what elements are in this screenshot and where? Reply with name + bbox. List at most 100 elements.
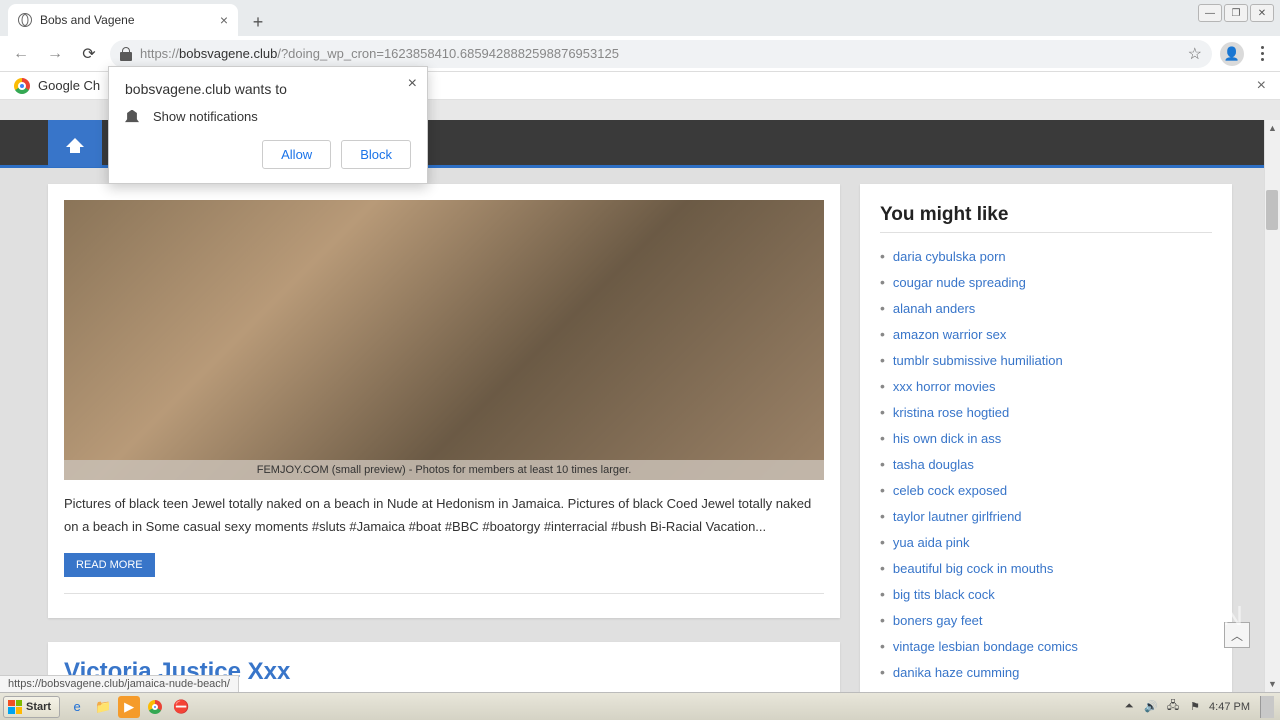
sidebar-title: You might like (880, 204, 1212, 233)
sidebar-item: danika haze cumming (880, 659, 1212, 685)
sidebar-item: boners gay feet (880, 607, 1212, 633)
taskbar-clock[interactable]: 4:47 PM (1209, 701, 1250, 713)
article-image[interactable]: FEMJOY.COM (small preview) - Photos for … (64, 200, 824, 480)
main-column: FEMJOY.COM (small preview) - Photos for … (48, 184, 840, 692)
browser-tab[interactable]: Bobs and Vagene × (8, 4, 238, 36)
sidebar-item: his own dick in ass (880, 425, 1212, 451)
bell-icon (125, 110, 139, 124)
media-player-icon[interactable]: ▶ (118, 696, 140, 718)
sidebar-link[interactable]: daria cybulska porn (893, 249, 1006, 264)
sidebar-item: tumblr submissive humiliation (880, 347, 1212, 373)
ie-icon[interactable]: e (66, 696, 88, 718)
taskbar-icons: e 📁 ▶ ⛔ (66, 696, 192, 718)
page-body: FEMJOY.COM (small preview) - Photos for … (0, 168, 1280, 692)
volume-icon[interactable]: 🔊 (1143, 699, 1159, 715)
sidebar-link[interactable]: yua aida pink (893, 535, 970, 550)
sidebar-item: big tits black cock (880, 581, 1212, 607)
sidebar-link[interactable]: amazon warrior sex (893, 327, 1006, 342)
sidebar-link[interactable]: kristina rose hogtied (893, 405, 1009, 420)
new-tab-button[interactable]: + (244, 8, 272, 36)
read-more-button[interactable]: READ MORE (64, 553, 155, 577)
sidebar-item: xxx horror movies (880, 373, 1212, 399)
sidebar-item: amazon warrior sex (880, 321, 1212, 347)
window-controls: — ❐ ✕ (1198, 4, 1274, 22)
tab-strip: Bobs and Vagene × + — ❐ ✕ (0, 0, 1280, 36)
start-button[interactable]: Start (3, 696, 60, 718)
bookmark-item[interactable]: Google Ch (38, 78, 100, 93)
page-viewport: FEMJOY.COM (small preview) - Photos for … (0, 120, 1280, 692)
dialog-close-icon[interactable]: × (408, 75, 417, 93)
scroll-up-icon[interactable]: ▲ (1265, 120, 1280, 136)
sidebar-link[interactable]: his own dick in ass (893, 431, 1001, 446)
permission-text: Show notifications (153, 109, 258, 124)
forward-button[interactable]: → (42, 41, 68, 67)
status-bar-link: https://bobsvagene.club/jamaica-nude-bea… (0, 675, 239, 692)
tab-close-icon[interactable]: × (220, 12, 228, 28)
allow-button[interactable]: Allow (262, 140, 331, 169)
sidebar-item: daria cybulska porn (880, 243, 1212, 269)
sidebar-link[interactable]: taylor lautner girlfriend (893, 509, 1022, 524)
sidebar-item: vintage lesbian bondage comics (880, 633, 1212, 659)
sidebar-item: cougar nude spreading (880, 269, 1212, 295)
sidebar-item: beautiful big cock in mouths (880, 555, 1212, 581)
vertical-scrollbar[interactable]: ▲ ▼ (1264, 120, 1280, 692)
sidebar-item: reed college renn fayre (880, 685, 1212, 692)
sidebar-link[interactable]: tasha douglas (893, 457, 974, 472)
infobar-close-icon[interactable]: × (1257, 77, 1266, 95)
sidebar-link[interactable]: boners gay feet (893, 613, 983, 628)
sidebar-list: daria cybulska porn cougar nude spreading… (880, 243, 1212, 692)
tab-title: Bobs and Vagene (40, 13, 135, 27)
divider (64, 593, 824, 594)
sidebar-link[interactable]: xxx horror movies (893, 379, 996, 394)
permission-row: Show notifications (125, 109, 411, 124)
close-window-button[interactable]: ✕ (1250, 4, 1274, 22)
back-to-top-button[interactable]: ︿ (1224, 622, 1250, 648)
flag-icon[interactable]: ⚑ (1187, 699, 1203, 715)
lock-icon (120, 47, 132, 61)
profile-avatar[interactable]: 👤 (1220, 42, 1244, 66)
start-label: Start (26, 701, 51, 713)
article-excerpt: Pictures of black teen Jewel totally nak… (64, 492, 824, 539)
sidebar-item: kristina rose hogtied (880, 399, 1212, 425)
sidebar-link[interactable]: beautiful big cock in mouths (893, 561, 1053, 576)
home-icon (66, 138, 84, 147)
bookmark-star-icon[interactable]: ☆ (1188, 44, 1202, 64)
block-button[interactable]: Block (341, 140, 411, 169)
shield-icon[interactable]: ⛔ (170, 696, 192, 718)
sidebar-link[interactable]: vintage lesbian bondage comics (893, 639, 1078, 654)
chrome-icon (14, 78, 30, 94)
sidebar-item: taylor lautner girlfriend (880, 503, 1212, 529)
sidebar: You might like daria cybulska porn cougar… (860, 184, 1232, 692)
article-card: FEMJOY.COM (small preview) - Photos for … (48, 184, 840, 618)
show-desktop-button[interactable] (1260, 696, 1274, 718)
sidebar-item: tasha douglas (880, 451, 1212, 477)
network-icon[interactable]: 🖧 (1165, 699, 1181, 715)
sidebar-item: celeb cock exposed (880, 477, 1212, 503)
menu-button[interactable] (1252, 46, 1272, 61)
minimize-button[interactable]: — (1198, 4, 1222, 22)
sidebar-item: yua aida pink (880, 529, 1212, 555)
sidebar-link[interactable]: tumblr submissive humiliation (893, 353, 1063, 368)
chrome-taskbar-icon[interactable] (144, 696, 166, 718)
explorer-icon[interactable]: 📁 (92, 696, 114, 718)
system-tray: ⏶ 🔊 🖧 ⚑ 4:47 PM (1121, 696, 1280, 718)
image-caption-strip: FEMJOY.COM (small preview) - Photos for … (64, 460, 824, 480)
notification-permission-dialog: × bobsvagene.club wants to Show notifica… (108, 66, 428, 184)
maximize-button[interactable]: ❐ (1224, 4, 1248, 22)
address-bar[interactable]: https://bobsvagene.club/?doing_wp_cron=1… (110, 40, 1212, 68)
url-text: https://bobsvagene.club/?doing_wp_cron=1… (140, 46, 619, 61)
scroll-down-icon[interactable]: ▼ (1265, 676, 1280, 692)
scroll-thumb[interactable] (1266, 190, 1278, 230)
back-button[interactable]: ← (8, 41, 34, 67)
sidebar-link[interactable]: cougar nude spreading (893, 275, 1026, 290)
sidebar-link[interactable]: alanah anders (893, 301, 975, 316)
taskbar: Start e 📁 ▶ ⛔ ⏶ 🔊 🖧 ⚑ 4:47 PM (0, 692, 1280, 720)
sidebar-link[interactable]: danika haze cumming (893, 665, 1019, 680)
home-button[interactable] (48, 120, 102, 167)
expand-tray-icon[interactable]: ⏶ (1121, 699, 1137, 715)
reload-button[interactable]: ⟳ (76, 41, 102, 67)
sidebar-item: alanah anders (880, 295, 1212, 321)
sidebar-link[interactable]: big tits black cock (893, 587, 995, 602)
dialog-title: bobsvagene.club wants to (125, 81, 411, 97)
sidebar-link[interactable]: celeb cock exposed (893, 483, 1007, 498)
